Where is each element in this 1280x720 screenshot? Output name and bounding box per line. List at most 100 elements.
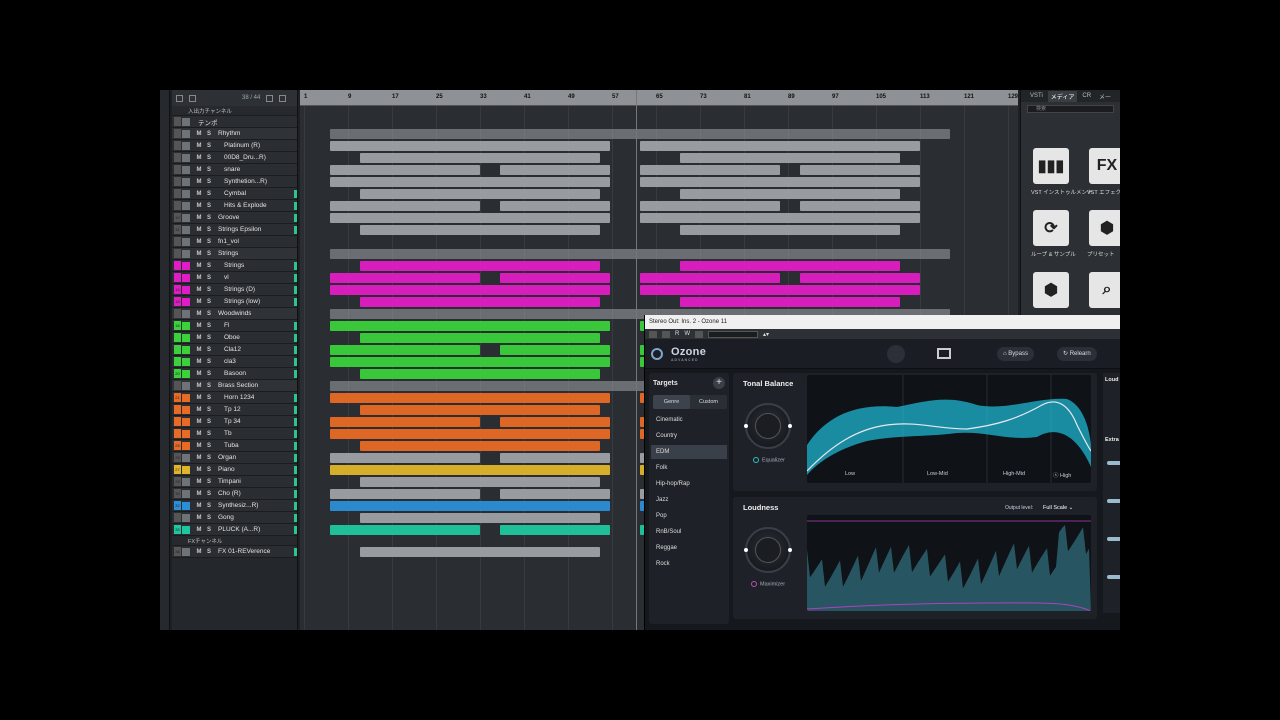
solo-button[interactable]: S (204, 251, 214, 257)
media-tab[interactable]: メディア (1047, 90, 1078, 102)
track-row[interactable]: 20 M S Basoon (172, 368, 297, 380)
solo-button[interactable]: S (204, 347, 214, 353)
midi-clip[interactable] (330, 429, 610, 439)
modules-icon[interactable] (937, 348, 951, 359)
solo-button[interactable]: S (204, 311, 214, 317)
equalizer-knob[interactable] (744, 403, 792, 449)
midi-clip[interactable] (330, 213, 610, 223)
settings-icon[interactable] (189, 94, 196, 102)
midi-clip[interactable] (330, 465, 610, 475)
midi-clip[interactable] (360, 189, 600, 199)
midi-clip[interactable] (360, 547, 600, 557)
track-row[interactable]: 27 M S Piano (172, 464, 297, 476)
solo-button[interactable]: S (204, 443, 214, 449)
track-row[interactable]: M S Gong (172, 512, 297, 524)
track-row[interactable]: M S Tp 12 (172, 404, 297, 416)
solo-button[interactable]: S (204, 359, 214, 365)
midi-clip[interactable] (330, 345, 480, 355)
solo-button[interactable]: S (204, 455, 214, 461)
tab-genre[interactable]: Genre (653, 395, 690, 409)
midi-clip[interactable] (360, 405, 600, 415)
track-row[interactable]: M S Cla12 (172, 344, 297, 356)
mute-button[interactable]: M (194, 299, 204, 305)
track-row[interactable]: 21 M S Horn 1234 (172, 392, 297, 404)
preset-icon[interactable] (695, 330, 704, 338)
solo-button[interactable]: S (204, 191, 214, 197)
midi-clip[interactable] (360, 297, 600, 307)
midi-clip[interactable] (680, 261, 900, 271)
mute-button[interactable]: M (194, 443, 204, 449)
midi-clip[interactable] (680, 297, 900, 307)
track-row[interactable]: M S Synthetion...R) (172, 176, 297, 188)
solo-button[interactable]: S (204, 131, 214, 137)
bypass-toggle-icon[interactable] (662, 330, 670, 338)
track-row[interactable]: M Svl (172, 272, 297, 284)
solo-button[interactable]: S (204, 299, 214, 305)
mute-button[interactable]: M (194, 407, 204, 413)
add-track-icon[interactable] (176, 94, 183, 102)
genre-item[interactable]: Hip-hop/Rap (651, 477, 727, 491)
playhead[interactable] (636, 90, 637, 630)
mute-button[interactable]: M (194, 203, 204, 209)
mute-button[interactable]: M (194, 335, 204, 341)
search-media-icon[interactable]: ⌕ (1089, 272, 1120, 308)
track-row[interactable]: 28 M S Timpani (172, 476, 297, 488)
midi-clip[interactable] (330, 177, 610, 187)
preset-selector[interactable] (708, 330, 759, 338)
midi-clip[interactable] (330, 501, 610, 511)
midi-clip[interactable] (330, 129, 950, 139)
midi-clip[interactable] (640, 213, 920, 223)
mute-button[interactable]: M (194, 143, 204, 149)
mute-button[interactable]: M (194, 395, 204, 401)
midi-clip[interactable] (330, 453, 480, 463)
genre-item[interactable]: RnB/Soul (651, 525, 727, 539)
mute-button[interactable]: M (194, 227, 204, 233)
midi-clip[interactable] (360, 153, 600, 163)
track-row[interactable]: M S Strings (172, 260, 297, 272)
midi-clip[interactable] (330, 273, 480, 283)
midi-clip[interactable] (330, 357, 610, 367)
midi-clip[interactable] (330, 489, 480, 499)
midi-clip[interactable] (680, 189, 900, 199)
midi-clip[interactable] (640, 141, 920, 151)
midi-clip[interactable] (360, 225, 600, 235)
solo-button[interactable]: S (204, 371, 214, 377)
mute-button[interactable]: M (194, 503, 204, 509)
solo-button[interactable]: S (204, 179, 214, 185)
mute-button[interactable]: M (194, 263, 204, 269)
solo-button[interactable]: S (204, 479, 214, 485)
track-row[interactable]: 16 M S Fl (172, 320, 297, 332)
search-icon[interactable] (279, 94, 287, 102)
mute-button[interactable]: M (194, 275, 204, 281)
maximizer-knob[interactable] (744, 527, 792, 573)
extra-slider-4[interactable] (1107, 575, 1120, 579)
midi-clip[interactable] (640, 285, 920, 295)
midi-clip[interactable] (640, 165, 780, 175)
track-row[interactable]: M S Rhythm (172, 128, 297, 140)
midi-clip[interactable] (500, 525, 610, 535)
genre-item[interactable]: EDM (651, 445, 727, 459)
mute-button[interactable]: M (194, 239, 204, 245)
solo-button[interactable]: S (204, 143, 214, 149)
midi-clip[interactable] (330, 249, 950, 259)
mute-button[interactable]: M (194, 155, 204, 161)
track-row[interactable]: M Scla3 (172, 356, 297, 368)
midi-clip[interactable] (360, 333, 600, 343)
midi-clip[interactable] (360, 441, 600, 451)
midi-clip[interactable] (360, 369, 600, 379)
midi-clip[interactable] (500, 201, 610, 211)
genre-item[interactable]: Country (651, 429, 727, 443)
solo-button[interactable]: S (204, 275, 214, 281)
track-row[interactable]: M Ssnare (172, 164, 297, 176)
midi-clip[interactable] (330, 201, 480, 211)
mute-button[interactable]: M (194, 179, 204, 185)
midi-clip[interactable] (330, 525, 480, 535)
track-row[interactable]: 32 M S Synthesiz...R) (172, 500, 297, 512)
solo-button[interactable]: S (204, 287, 214, 293)
track-row[interactable]: 26 M S Organ (172, 452, 297, 464)
midi-clip[interactable] (500, 489, 610, 499)
mute-button[interactable]: M (194, 549, 204, 555)
track-row[interactable]: 30 M S Cho (R) (172, 488, 297, 500)
genre-item[interactable]: Folk (651, 461, 727, 475)
midi-clip[interactable] (680, 153, 900, 163)
